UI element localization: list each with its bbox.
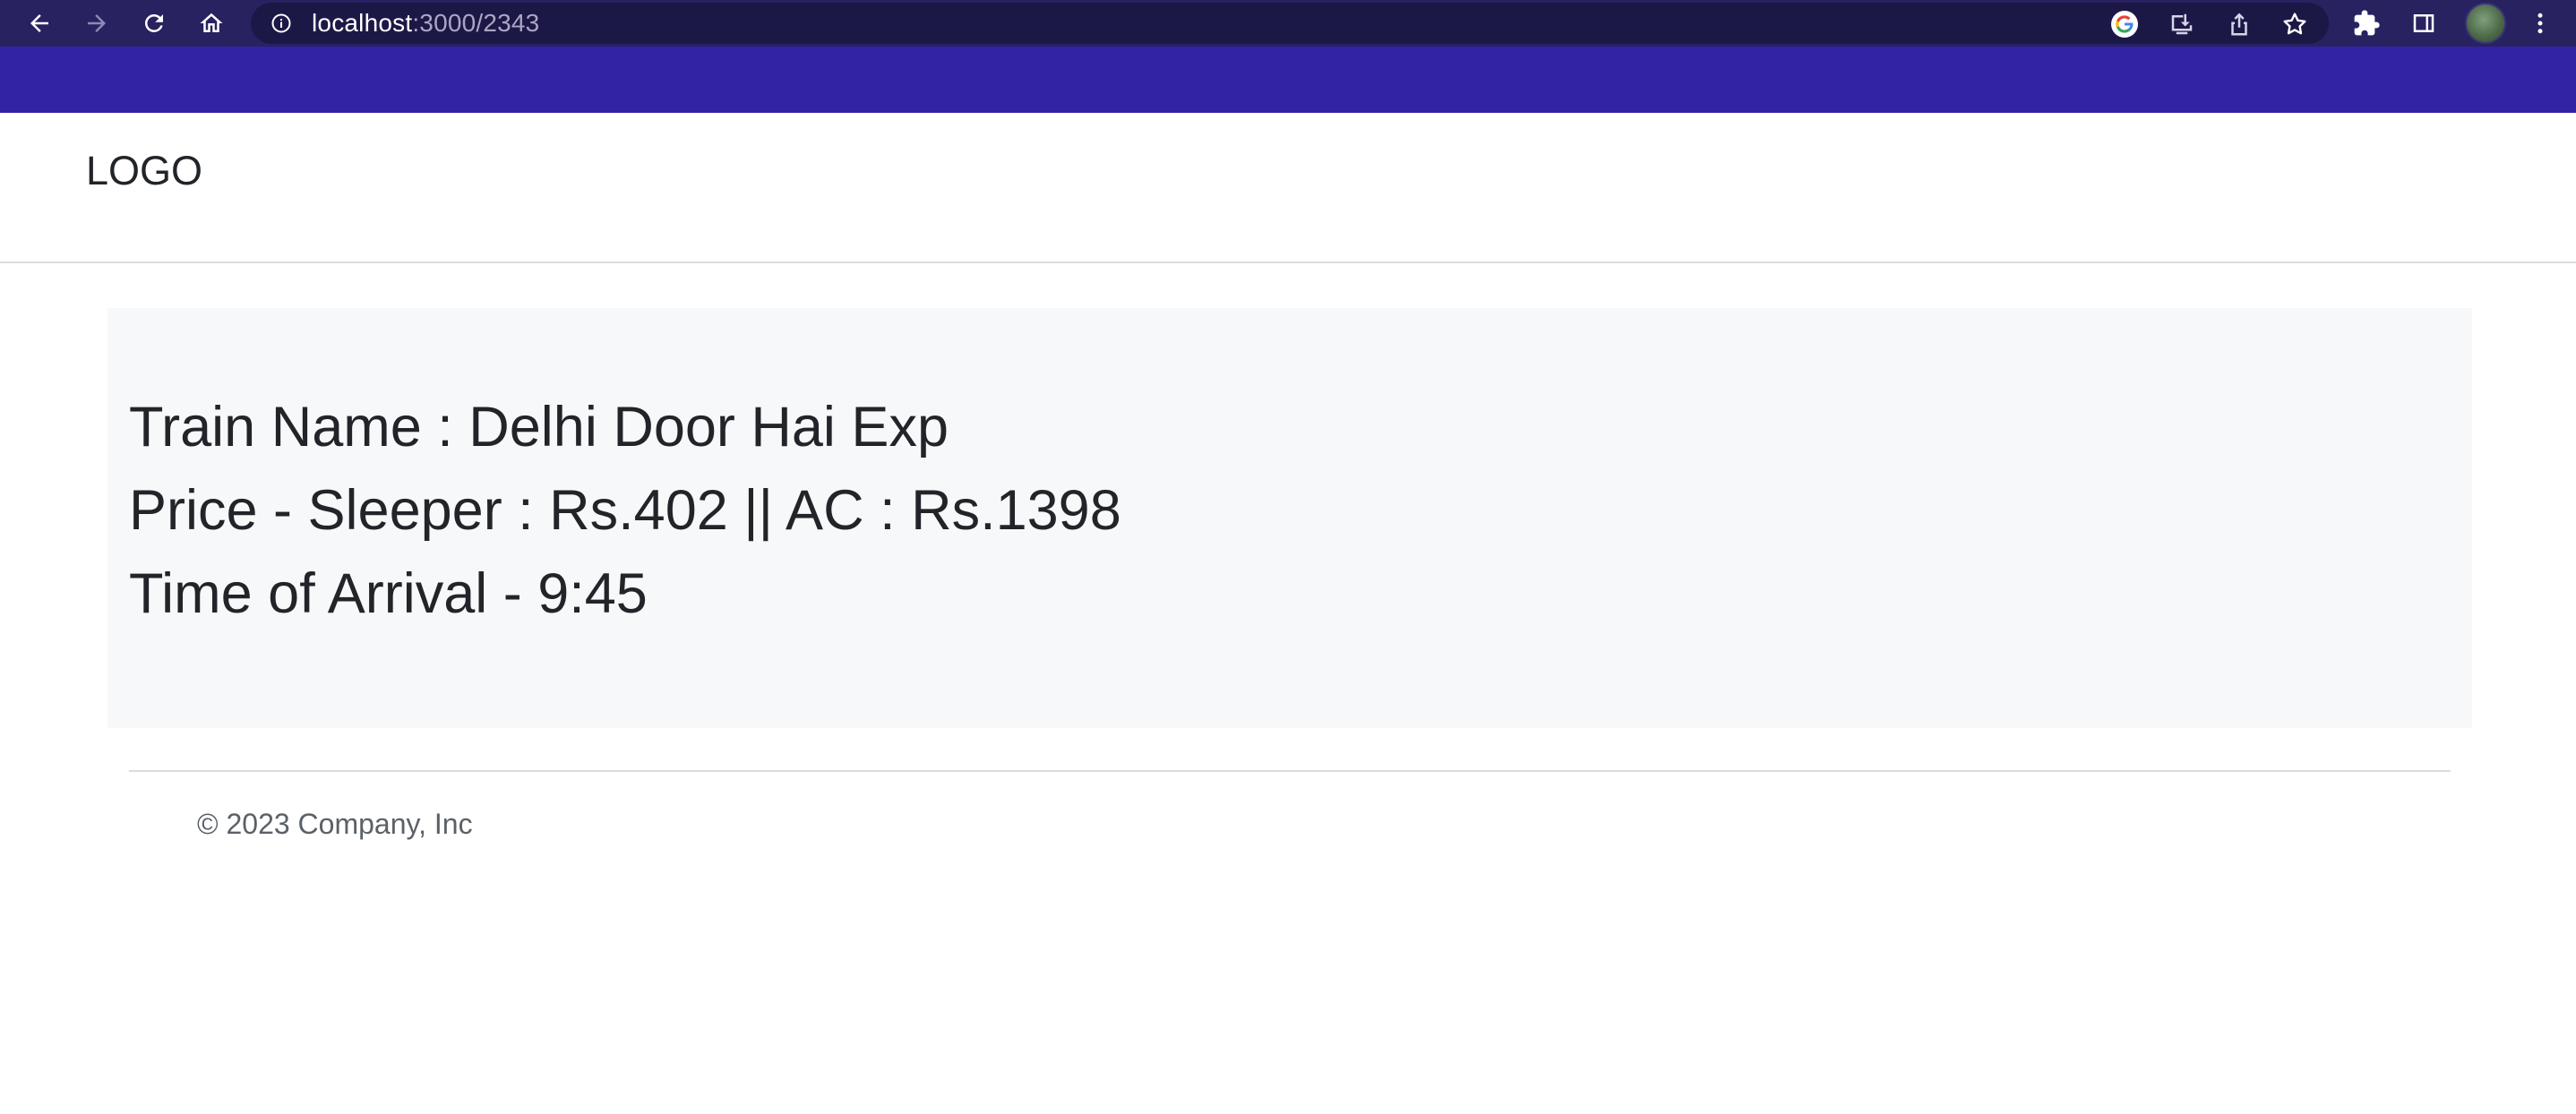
url-path: :3000/2343 [412,9,540,37]
google-icon [2111,11,2138,38]
reload-button[interactable] [134,4,174,43]
train-arrival-time: Time of Arrival - 9:45 [129,562,648,625]
forward-icon [88,14,106,32]
bookmark-star-icon [2283,13,2306,35]
google-lens-button[interactable] [2110,10,2139,39]
site-header: LOGO [0,113,2576,263]
profile-avatar[interactable] [2465,3,2506,44]
back-button[interactable] [20,4,59,43]
logo[interactable]: LOGO [86,150,202,191]
train-price: Price - Sleeper : Rs.402 || AC : Rs.1398 [129,479,1121,542]
install-app-button[interactable] [2168,10,2196,39]
bookmark-button[interactable] [2280,10,2309,39]
address-bar[interactable]: localhost:3000/2343 [251,3,2329,44]
side-panel-button[interactable] [2408,7,2440,39]
url-text[interactable]: localhost:3000/2343 [312,3,539,44]
home-icon [200,13,223,32]
forward-button[interactable] [77,4,116,43]
url-host: localhost [312,9,413,37]
footer-divider [129,770,2451,772]
browser-toolbar: localhost:3000/2343 [0,0,2576,47]
menu-icon [2537,13,2543,34]
side-panel-icon [2413,14,2434,32]
extensions-icon [2354,10,2380,36]
back-icon [30,14,48,32]
share-button[interactable] [2225,10,2254,39]
reload-icon [144,13,163,32]
train-name: Train Name : Delhi Door Hai Exp [129,396,949,458]
footer-copyright: © 2023 Company, Inc [197,808,473,840]
home-button[interactable] [192,4,231,43]
top-color-band [0,47,2576,113]
extensions-button[interactable] [2350,7,2383,39]
share-icon [2231,13,2247,36]
train-info-card: Train Name : Delhi Door Hai Exp Price - … [107,308,2472,728]
browser-menu-button[interactable] [2524,7,2556,39]
info-icon[interactable] [270,13,292,34]
install-icon [2171,13,2193,35]
